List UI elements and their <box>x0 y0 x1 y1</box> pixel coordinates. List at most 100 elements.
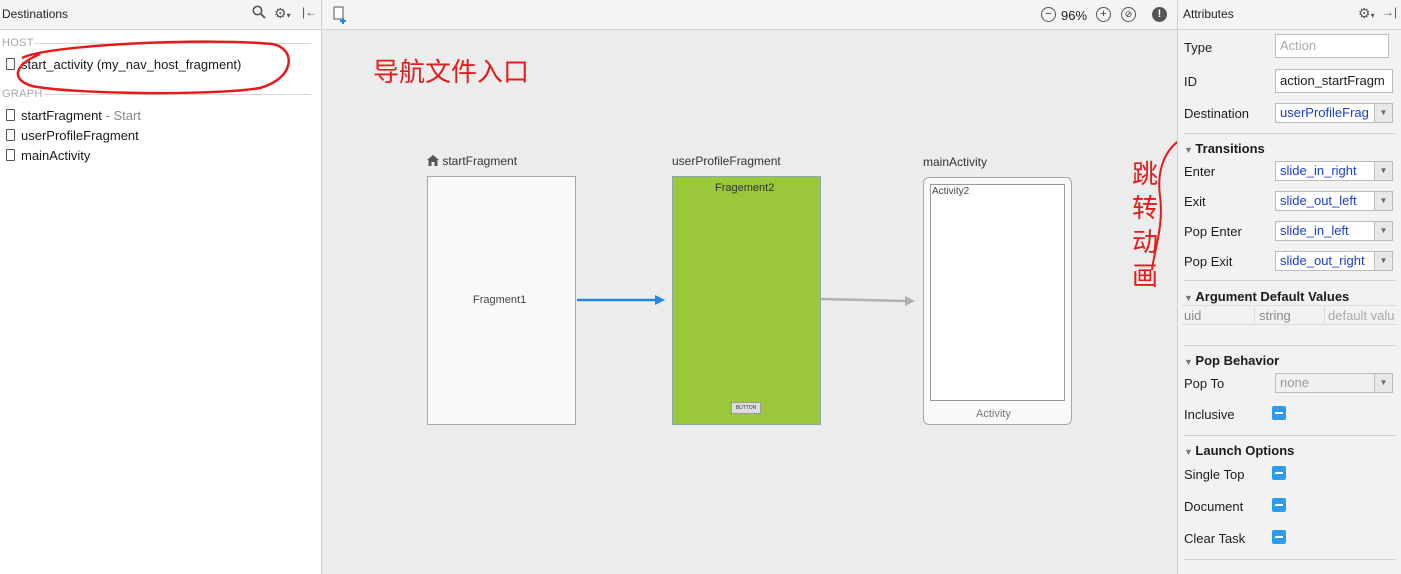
chevron-down-icon: ▼ <box>1374 222 1392 240</box>
clear-task-label: Clear Task <box>1184 531 1246 546</box>
action-arrow <box>820 297 908 303</box>
destinations-title: Destinations <box>2 7 69 21</box>
expand-icon: ▼ <box>1184 293 1196 303</box>
entry-annotation: 导航文件入口 <box>373 58 530 88</box>
destinations-panel: Destinations ⚙▾ |← HOST start_activity (… <box>0 0 322 574</box>
single-top-label: Single Top <box>1184 467 1245 482</box>
annotation-char: 动 <box>1132 228 1159 258</box>
divider <box>1184 345 1395 346</box>
chevron-down-icon: ▼ <box>1374 162 1392 180</box>
id-label: ID <box>1184 74 1197 89</box>
section-title: Transitions <box>1195 141 1265 156</box>
arrowhead <box>905 296 915 306</box>
dropdown-value: slide_out_left <box>1280 193 1357 208</box>
id-field[interactable]: action_startFragm <box>1275 69 1393 93</box>
dropdown-value: slide_in_left <box>1280 223 1349 238</box>
argument-type: string <box>1259 308 1291 323</box>
divider <box>1254 306 1255 324</box>
home-icon <box>427 154 442 168</box>
node-title: startFragment <box>442 154 518 168</box>
graph-item-label: userProfileFragment <box>21 128 139 143</box>
preview-button: BUTTON <box>731 402 761 414</box>
activity-icon <box>6 149 15 161</box>
chevron-down-icon: ▼ <box>1374 374 1392 392</box>
pop-to-dropdown[interactable]: none ▼ <box>1275 373 1393 393</box>
collapse-panel-icon[interactable]: |← <box>302 5 317 19</box>
activity-footer: Activity <box>976 408 1011 420</box>
main-activity-node[interactable]: Activity2 Activity <box>923 177 1072 425</box>
collapse-panel-icon[interactable]: →| <box>1382 5 1397 19</box>
exit-label: Exit <box>1184 194 1206 209</box>
argument-name: uid <box>1184 308 1202 323</box>
pop-exit-label: Pop Exit <box>1184 254 1233 269</box>
destination-label: Destination <box>1184 106 1250 121</box>
type-field[interactable]: Action <box>1275 34 1389 58</box>
inclusive-label: Inclusive <box>1184 407 1235 422</box>
main-activity-label: mainActivity <box>923 155 988 169</box>
destination-dropdown[interactable]: userProfileFrag ▼ <box>1275 103 1393 123</box>
pop-behavior-section[interactable]: ▼ Pop Behavior <box>1184 353 1279 368</box>
annotation-char: 转 <box>1132 194 1159 224</box>
divider <box>1184 133 1395 134</box>
expand-icon: ▼ <box>1184 357 1196 367</box>
user-profile-fragment-label: userProfileFragment <box>672 154 781 168</box>
graph-item-label: mainActivity <box>21 148 91 163</box>
chevron-down-icon: ▼ <box>1374 104 1392 122</box>
chevron-down-icon: ▼ <box>1374 252 1392 270</box>
new-destination-icon[interactable] <box>333 6 349 29</box>
attributes-panel: Attributes ⚙▾ →| Type Action ID action_s… <box>1177 0 1401 574</box>
gear-icon[interactable]: ⚙▾ <box>274 5 291 22</box>
enter-dropdown[interactable]: slide_in_right ▼ <box>1275 161 1393 181</box>
section-title: Argument Default Values <box>1195 289 1350 304</box>
start-fragment-node[interactable]: Fragment1 <box>427 176 576 425</box>
navigation-editor: Destinations ⚙▾ |← HOST start_activity (… <box>0 0 1401 574</box>
argument-default: default valu <box>1328 308 1395 323</box>
graph-canvas[interactable]: − 96% + ⊘ ! 导航文件入口 startFragment userPro… <box>323 0 1177 574</box>
transitions-section[interactable]: ▼ Transitions <box>1184 141 1265 156</box>
dropdown-value: slide_in_right <box>1280 163 1357 178</box>
expand-icon: ▼ <box>1184 447 1196 457</box>
fragment-icon <box>6 129 15 141</box>
graph-item-start-fragment[interactable]: startFragment - Start <box>6 107 141 125</box>
pop-to-label: Pop To <box>1184 376 1225 391</box>
warning-icon[interactable]: ! <box>1152 7 1167 22</box>
divider <box>1184 559 1395 560</box>
zoom-fit-button[interactable]: ⊘ <box>1121 7 1136 22</box>
single-top-checkbox[interactable] <box>1272 466 1286 480</box>
graph-item-label: startFragment <box>21 108 102 123</box>
node-content-text: Activity2 <box>932 186 970 197</box>
gear-icon[interactable]: ⚙▾ <box>1358 5 1375 22</box>
annotation-char: 画 <box>1132 262 1159 292</box>
document-checkbox[interactable] <box>1272 498 1286 512</box>
clear-task-checkbox[interactable] <box>1272 530 1286 544</box>
enter-label: Enter <box>1184 164 1216 179</box>
exit-dropdown[interactable]: slide_out_left ▼ <box>1275 191 1393 211</box>
divider <box>1324 306 1325 324</box>
section-title: Pop Behavior <box>1195 353 1280 368</box>
pop-enter-label: Pop Enter <box>1184 224 1242 239</box>
type-label: Type <box>1184 40 1213 55</box>
start-fragment-label: startFragment <box>427 154 517 168</box>
zoom-out-button[interactable]: − <box>1041 7 1056 22</box>
graph-item-user-profile-fragment[interactable]: userProfileFragment <box>6 127 139 145</box>
dropdown-value: userProfileFrag <box>1280 105 1369 120</box>
annotation-char: 跳 <box>1132 160 1159 190</box>
attributes-title: Attributes <box>1183 7 1234 21</box>
transition-annotation: 跳 转 动 画 <box>1132 158 1162 294</box>
dropdown-value: none <box>1280 375 1309 390</box>
zoom-in-button[interactable]: + <box>1096 7 1111 22</box>
canvas-toolbar: − 96% + ⊘ ! <box>323 0 1177 30</box>
argument-row[interactable]: uid string default valu <box>1182 305 1398 325</box>
section-title: Launch Options <box>1195 443 1295 458</box>
inclusive-checkbox[interactable] <box>1272 406 1286 420</box>
pop-enter-dropdown[interactable]: slide_in_left ▼ <box>1275 221 1393 241</box>
graph-item-main-activity[interactable]: mainActivity <box>6 147 90 165</box>
search-icon[interactable] <box>252 5 266 22</box>
node-content-text: Fragement2 <box>715 182 775 194</box>
pop-exit-dropdown[interactable]: slide_out_right ▼ <box>1275 251 1393 271</box>
start-marker: - Start <box>101 108 141 123</box>
argument-defaults-section[interactable]: ▼ Argument Default Values <box>1184 289 1349 304</box>
divider <box>1184 435 1395 436</box>
launch-options-section[interactable]: ▼ Launch Options <box>1184 443 1294 458</box>
annotation-ellipse <box>16 40 290 95</box>
